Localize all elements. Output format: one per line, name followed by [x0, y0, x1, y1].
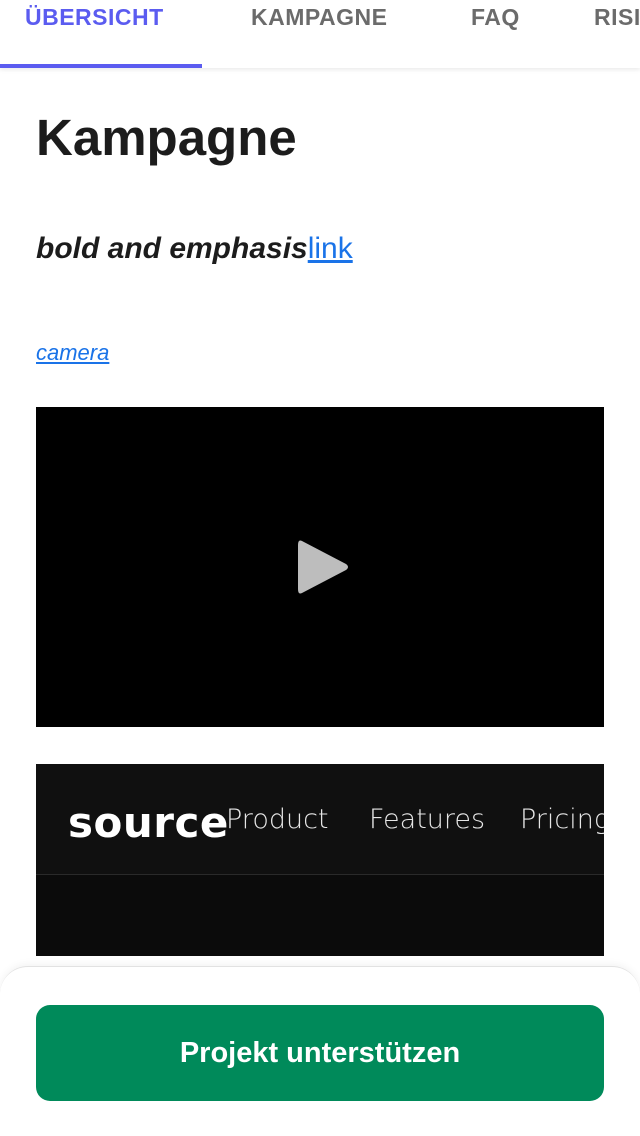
bottom-action-bar: Projekt unterstützen [0, 966, 640, 1136]
page-title: Kampagne [36, 109, 297, 166]
campaign-page: ÜBERSICHT KAMPAGNE FAQ RISI Kampagne bol… [0, 0, 640, 1136]
embed-nav-product[interactable]: Product [226, 804, 329, 835]
tab-campaign[interactable]: KAMPAGNE [251, 4, 387, 31]
inline-link[interactable]: link [308, 232, 353, 265]
camera-link[interactable]: camera [36, 340, 109, 366]
tab-faq[interactable]: FAQ [471, 4, 520, 31]
bold-italic-text: bold and emphasis [36, 232, 308, 265]
active-tab-indicator [0, 64, 202, 68]
embed-divider [36, 874, 604, 875]
embed-nav-pricing[interactable]: Pricing [520, 804, 604, 835]
tab-risks[interactable]: RISI [594, 4, 640, 31]
embed-logo: source [68, 798, 229, 847]
support-project-button[interactable]: Projekt unterstützen [36, 1005, 604, 1101]
embed-nav-features[interactable]: Features [369, 804, 485, 835]
tab-bar: ÜBERSICHT KAMPAGNE FAQ RISI [0, 0, 640, 68]
rich-text-paragraph: bold and emphasislink [36, 232, 353, 266]
play-icon[interactable] [296, 537, 350, 597]
tab-overview[interactable]: ÜBERSICHT [25, 4, 164, 31]
embedded-site-preview: source Product Features Pricing [36, 764, 604, 956]
